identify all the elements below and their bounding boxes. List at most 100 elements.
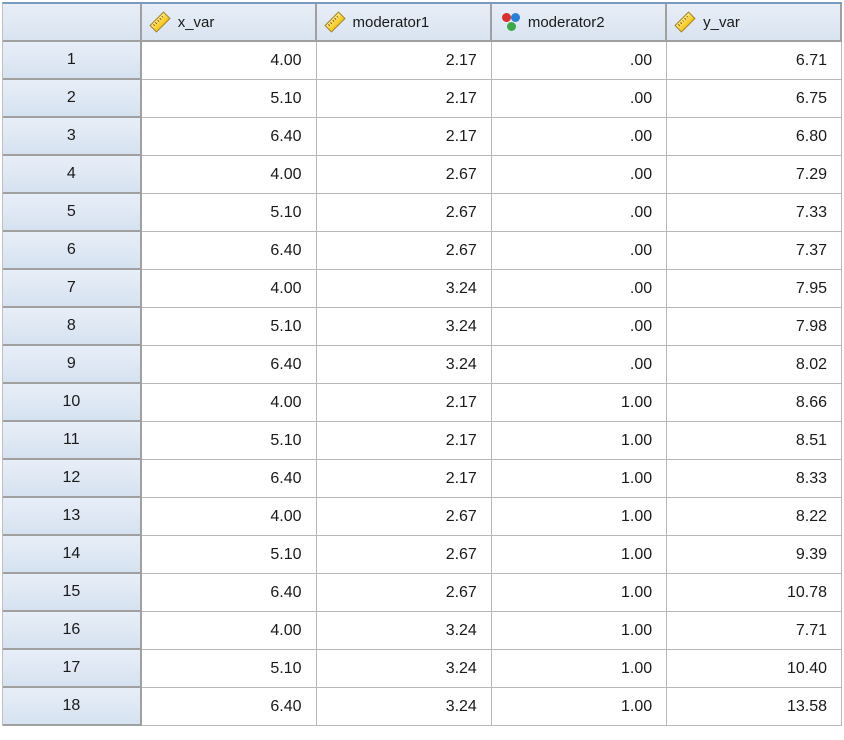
cell-x_var[interactable]: 5.10 — [142, 422, 317, 460]
row-header[interactable]: 1 — [3, 42, 142, 80]
cell-moderator1[interactable]: 2.67 — [317, 156, 492, 194]
cell-y_var[interactable]: 6.75 — [667, 80, 842, 118]
cell-x_var[interactable]: 5.10 — [142, 308, 317, 346]
row-header[interactable]: 17 — [3, 650, 142, 688]
cell-moderator2[interactable]: .00 — [492, 118, 667, 156]
cell-y_var[interactable]: 7.33 — [667, 194, 842, 232]
cell-moderator1[interactable]: 2.17 — [317, 384, 492, 422]
row-header[interactable]: 7 — [3, 270, 142, 308]
cell-moderator2[interactable]: .00 — [492, 308, 667, 346]
row-header[interactable]: 16 — [3, 612, 142, 650]
table-row: 74.003.24.007.95 — [3, 270, 842, 308]
cell-moderator2[interactable]: 1.00 — [492, 498, 667, 536]
cell-moderator2[interactable]: .00 — [492, 346, 667, 384]
cell-y_var[interactable]: 10.40 — [667, 650, 842, 688]
row-header[interactable]: 15 — [3, 574, 142, 612]
cell-x_var[interactable]: 4.00 — [142, 270, 317, 308]
cell-x_var[interactable]: 5.10 — [142, 194, 317, 232]
cell-moderator2[interactable]: .00 — [492, 42, 667, 80]
cell-moderator1[interactable]: 3.24 — [317, 308, 492, 346]
cell-y_var[interactable]: 10.78 — [667, 574, 842, 612]
row-header[interactable]: 4 — [3, 156, 142, 194]
cell-moderator1[interactable]: 2.17 — [317, 118, 492, 156]
cell-y_var[interactable]: 8.66 — [667, 384, 842, 422]
cell-x_var[interactable]: 6.40 — [142, 232, 317, 270]
row-header[interactable]: 13 — [3, 498, 142, 536]
table-row: 85.103.24.007.98 — [3, 308, 842, 346]
cell-x_var[interactable]: 4.00 — [142, 498, 317, 536]
cell-moderator2[interactable]: 1.00 — [492, 574, 667, 612]
cell-y_var[interactable]: 7.71 — [667, 612, 842, 650]
cell-y_var[interactable]: 8.33 — [667, 460, 842, 498]
row-header[interactable]: 8 — [3, 308, 142, 346]
cell-moderator1[interactable]: 3.24 — [317, 688, 492, 726]
cell-y_var[interactable]: 7.95 — [667, 270, 842, 308]
row-header[interactable]: 5 — [3, 194, 142, 232]
row-header[interactable]: 18 — [3, 688, 142, 726]
cell-y_var[interactable]: 7.98 — [667, 308, 842, 346]
cell-moderator1[interactable]: 2.67 — [317, 574, 492, 612]
cell-x_var[interactable]: 4.00 — [142, 384, 317, 422]
corner-cell[interactable] — [3, 4, 142, 42]
row-header[interactable]: 6 — [3, 232, 142, 270]
cell-y_var[interactable]: 7.37 — [667, 232, 842, 270]
cell-x_var[interactable]: 6.40 — [142, 574, 317, 612]
cell-x_var[interactable]: 6.40 — [142, 460, 317, 498]
row-header[interactable]: 9 — [3, 346, 142, 384]
cell-y_var[interactable]: 6.71 — [667, 42, 842, 80]
column-header-moderator1[interactable]: moderator1 — [317, 4, 492, 42]
cell-x_var[interactable]: 6.40 — [142, 118, 317, 156]
cell-x_var[interactable]: 5.10 — [142, 536, 317, 574]
cell-moderator2[interactable]: 1.00 — [492, 536, 667, 574]
cell-y_var[interactable]: 13.58 — [667, 688, 842, 726]
row-header[interactable]: 10 — [3, 384, 142, 422]
column-header-y_var[interactable]: y_var — [667, 4, 842, 42]
cell-moderator2[interactable]: 1.00 — [492, 422, 667, 460]
cell-moderator2[interactable]: 1.00 — [492, 688, 667, 726]
cell-x_var[interactable]: 4.00 — [142, 42, 317, 80]
cell-moderator1[interactable]: 2.67 — [317, 536, 492, 574]
cell-x_var[interactable]: 5.10 — [142, 650, 317, 688]
cell-moderator2[interactable]: 1.00 — [492, 650, 667, 688]
cell-moderator1[interactable]: 2.67 — [317, 498, 492, 536]
cell-moderator1[interactable]: 2.67 — [317, 194, 492, 232]
data-grid: x_varmoderator1moderator2y_var 14.002.17… — [2, 2, 842, 726]
cell-moderator1[interactable]: 3.24 — [317, 270, 492, 308]
cell-moderator1[interactable]: 2.17 — [317, 460, 492, 498]
cell-moderator2[interactable]: .00 — [492, 232, 667, 270]
cell-y_var[interactable]: 6.80 — [667, 118, 842, 156]
cell-moderator1[interactable]: 2.67 — [317, 232, 492, 270]
cell-moderator1[interactable]: 2.17 — [317, 422, 492, 460]
row-header[interactable]: 11 — [3, 422, 142, 460]
cell-moderator2[interactable]: .00 — [492, 194, 667, 232]
cell-y_var[interactable]: 8.51 — [667, 422, 842, 460]
cell-moderator2[interactable]: .00 — [492, 156, 667, 194]
cell-moderator1[interactable]: 2.17 — [317, 80, 492, 118]
cell-moderator1[interactable]: 3.24 — [317, 612, 492, 650]
cell-moderator2[interactable]: 1.00 — [492, 612, 667, 650]
row-header[interactable]: 3 — [3, 118, 142, 156]
cell-moderator2[interactable]: .00 — [492, 270, 667, 308]
cell-x_var[interactable]: 6.40 — [142, 346, 317, 384]
header-row: x_varmoderator1moderator2y_var — [3, 4, 842, 42]
cell-moderator2[interactable]: 1.00 — [492, 460, 667, 498]
cell-moderator1[interactable]: 3.24 — [317, 650, 492, 688]
row-header[interactable]: 14 — [3, 536, 142, 574]
cell-x_var[interactable]: 6.40 — [142, 688, 317, 726]
cell-moderator2[interactable]: .00 — [492, 80, 667, 118]
cell-moderator1[interactable]: 3.24 — [317, 346, 492, 384]
cell-moderator2[interactable]: 1.00 — [492, 384, 667, 422]
cell-y_var[interactable]: 7.29 — [667, 156, 842, 194]
cell-x_var[interactable]: 4.00 — [142, 612, 317, 650]
cell-y_var[interactable]: 9.39 — [667, 536, 842, 574]
column-header-x_var[interactable]: x_var — [142, 4, 317, 42]
row-header[interactable]: 12 — [3, 460, 142, 498]
cell-x_var[interactable]: 4.00 — [142, 156, 317, 194]
column-header-moderator2[interactable]: moderator2 — [492, 4, 667, 42]
table-row: 175.103.241.0010.40 — [3, 650, 842, 688]
cell-x_var[interactable]: 5.10 — [142, 80, 317, 118]
row-header[interactable]: 2 — [3, 80, 142, 118]
cell-moderator1[interactable]: 2.17 — [317, 42, 492, 80]
cell-y_var[interactable]: 8.22 — [667, 498, 842, 536]
cell-y_var[interactable]: 8.02 — [667, 346, 842, 384]
